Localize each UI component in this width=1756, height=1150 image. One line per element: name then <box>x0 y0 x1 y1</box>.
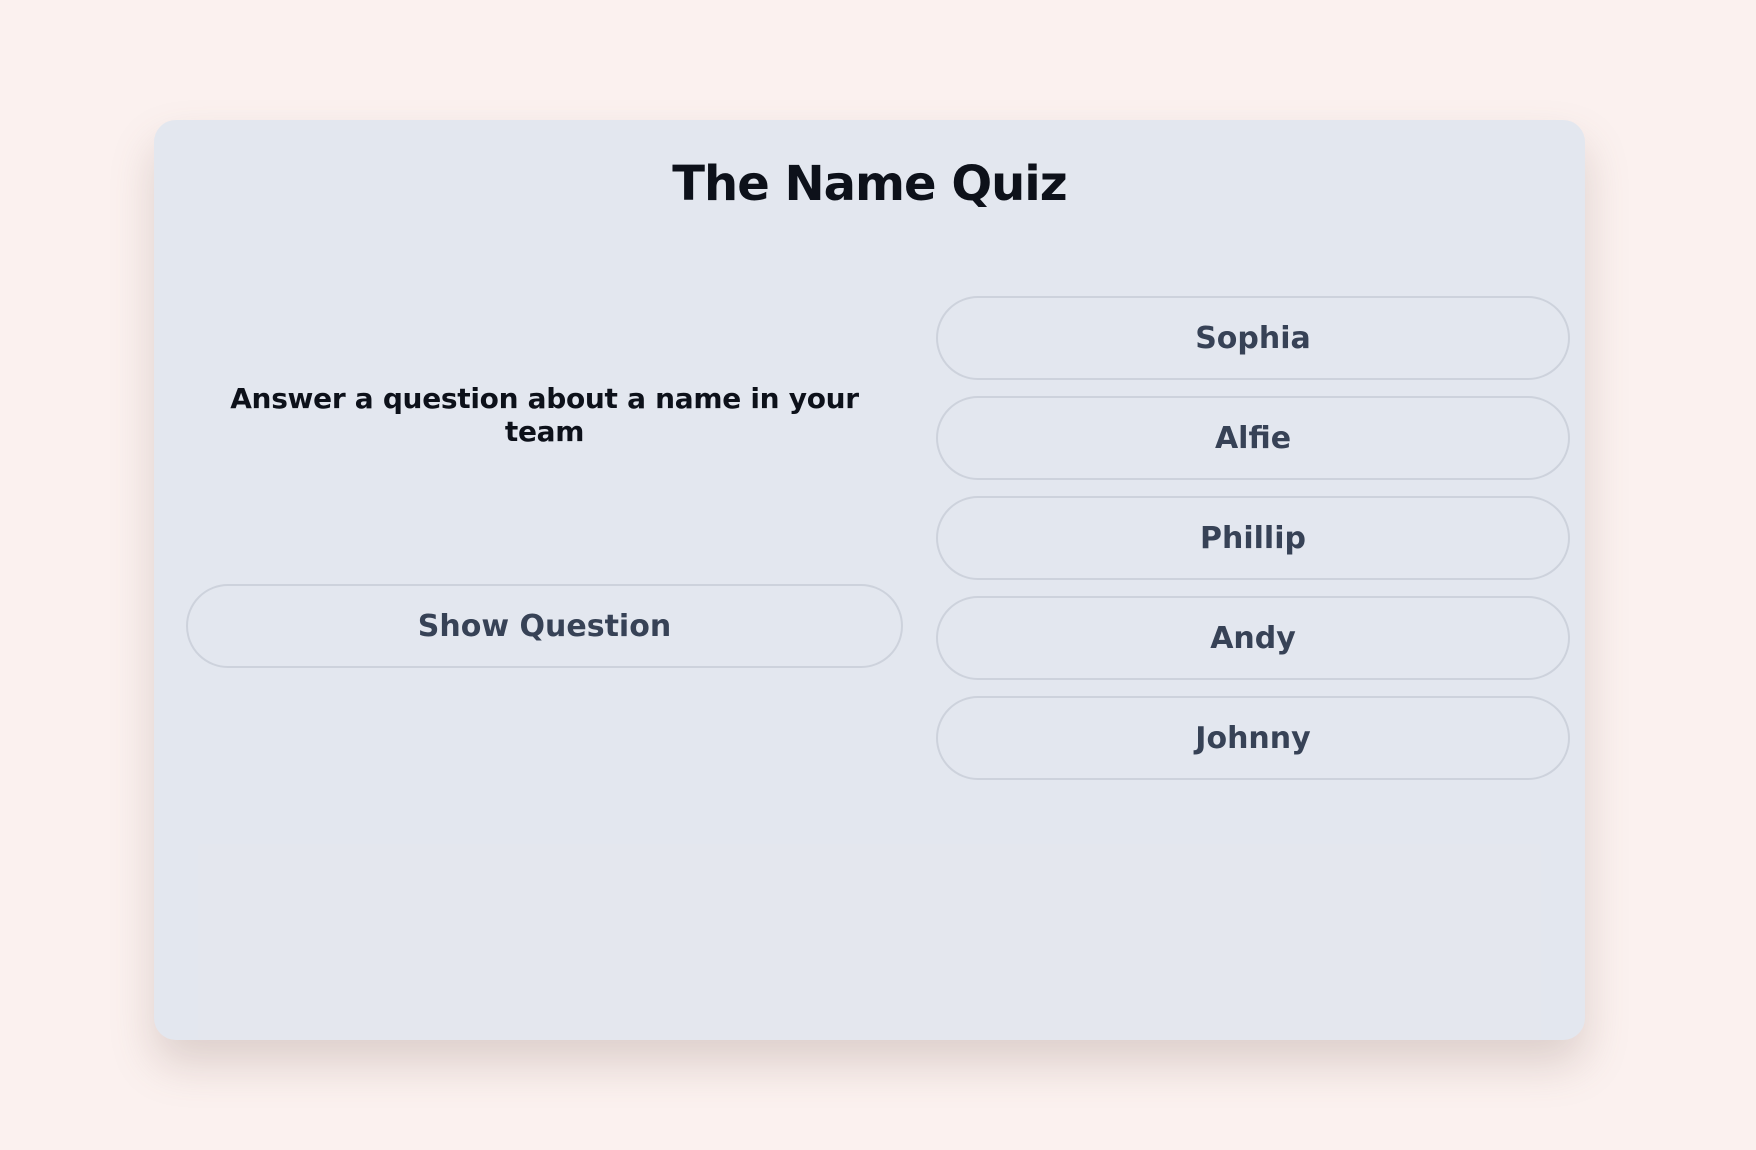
quiz-prompt: Answer a question about a name in your t… <box>230 382 859 448</box>
answer-button-phillip[interactable]: Phillip <box>936 496 1570 580</box>
answer-button-alfie[interactable]: Alfie <box>936 396 1570 480</box>
quiz-card: The Name Quiz Answer a question about a … <box>154 120 1585 1040</box>
result-area <box>198 844 1541 1040</box>
answer-button-andy[interactable]: Andy <box>936 596 1570 680</box>
page-title: The Name Quiz <box>672 156 1067 212</box>
show-question-button[interactable]: Show Question <box>186 584 903 668</box>
answer-button-johnny[interactable]: Johnny <box>936 696 1570 780</box>
answer-button-sophia[interactable]: Sophia <box>936 296 1570 380</box>
